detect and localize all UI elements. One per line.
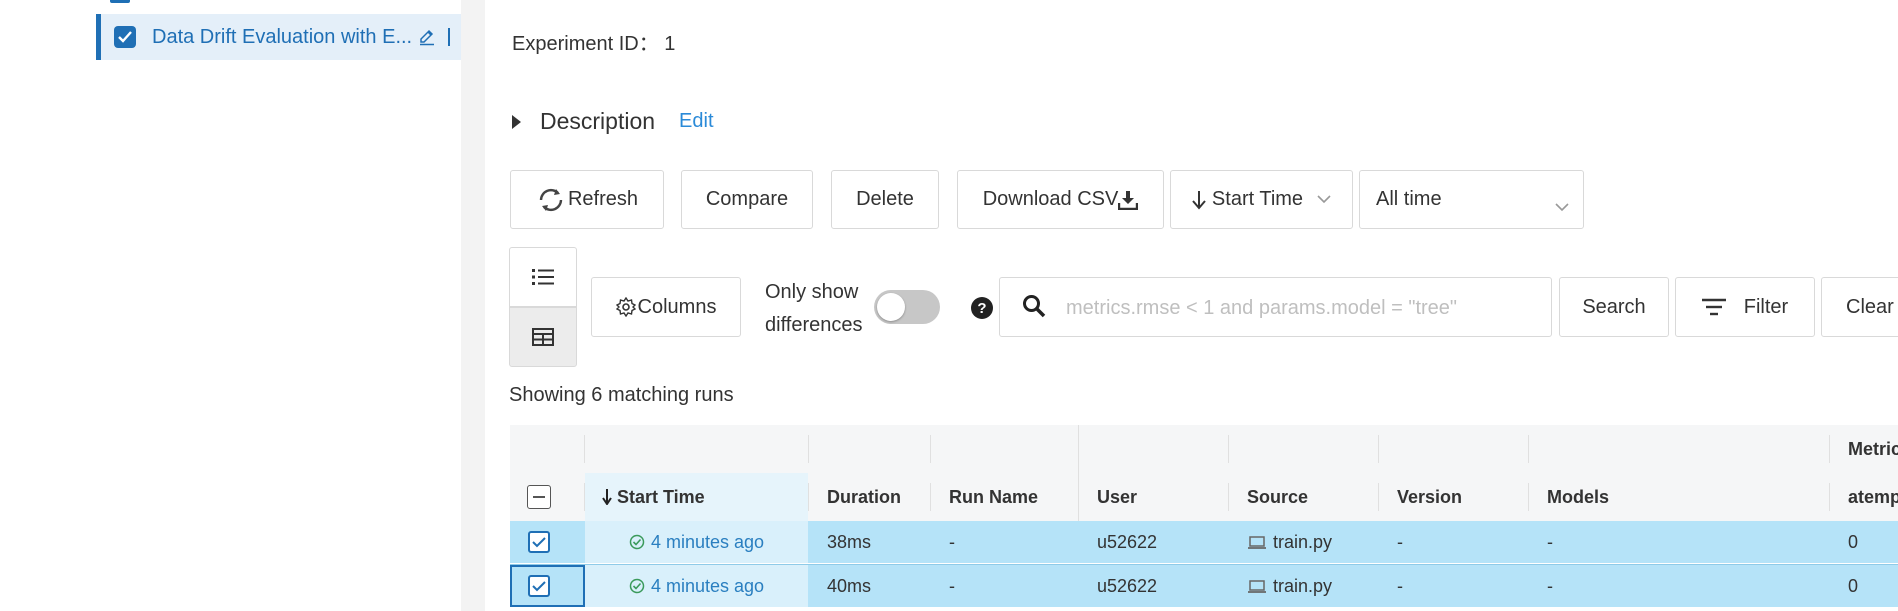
col-run-name[interactable]: Run Name	[931, 473, 1078, 521]
list-view-button[interactable]	[509, 247, 577, 307]
run-time-link[interactable]: 4 minutes ago	[651, 532, 764, 553]
run-time-link[interactable]: 4 minutes ago	[651, 576, 764, 597]
search-button[interactable]: Search	[1559, 277, 1669, 337]
row-select-cell	[510, 565, 584, 607]
table-header-row: Start Time Duration Run Name User Source…	[510, 473, 1898, 522]
laptop-icon	[1247, 579, 1267, 594]
col-version[interactable]: Version	[1379, 473, 1528, 521]
source-label: train.py	[1273, 531, 1333, 552]
columns-button[interactable]: Columns	[591, 277, 741, 337]
row-metric: 0	[1848, 575, 1859, 596]
filter-label: Filter	[1743, 295, 1789, 318]
row-models: -	[1547, 575, 1553, 596]
success-check-icon	[629, 578, 645, 594]
view-toggle	[509, 247, 577, 367]
sidebar-item-extra	[448, 28, 451, 46]
filter-button[interactable]: Filter	[1675, 277, 1815, 337]
search-input[interactable]	[1064, 278, 1538, 338]
clear-button[interactable]: Clear	[1821, 277, 1898, 337]
row-select-cell	[510, 521, 584, 563]
list-view-icon	[532, 268, 554, 286]
row-start-time[interactable]: 4 minutes ago	[585, 565, 808, 607]
table-view-button[interactable]	[509, 307, 577, 367]
caret-right-icon[interactable]	[512, 114, 521, 129]
refresh-button[interactable]: Refresh	[510, 170, 664, 229]
col-user[interactable]: User	[1079, 473, 1228, 521]
table-view-icon	[532, 328, 554, 346]
col-start-time-label: Start Time	[617, 486, 705, 507]
description-edit-link[interactable]: Edit	[679, 110, 713, 133]
compare-button[interactable]: Compare	[681, 170, 813, 229]
group-header-metrics: Metrics	[1848, 438, 1898, 459]
only-show-differences-label: Only show differences	[765, 276, 862, 342]
filter-icon	[1701, 298, 1726, 316]
check-icon[interactable]	[114, 26, 136, 48]
col-start-time[interactable]: Start Time	[585, 473, 808, 521]
help-icon[interactable]: ?	[971, 297, 993, 319]
row-checkbox[interactable]	[528, 575, 550, 597]
row-run-name: -	[949, 531, 955, 552]
download-csv-button[interactable]: Download CSV	[957, 170, 1164, 229]
laptop-icon	[1247, 535, 1267, 550]
experiment-main: Experiment ID： 1 Description Edit Refres…	[485, 0, 1898, 611]
gear-icon	[615, 297, 636, 317]
col-metric-atemp[interactable]: atemp	[1830, 473, 1898, 521]
table-group-header-row: Metrics	[510, 425, 1898, 474]
only-show-line2: differences	[765, 314, 863, 336]
success-check-icon	[629, 534, 645, 550]
sidebar-item-experiment[interactable]: Data Drift Evaluation with E...	[96, 14, 461, 60]
time-range-select[interactable]: All time	[1359, 170, 1584, 229]
row-start-time[interactable]: 4 minutes ago	[585, 521, 808, 563]
chevron-down-icon	[1317, 195, 1331, 204]
table-row[interactable]: 4 minutes ago 40ms - u52622 train.py - -…	[510, 564, 1898, 607]
only-show-line1: Only show	[765, 281, 859, 303]
row-duration: 38ms	[827, 531, 872, 552]
only-show-differences-toggle[interactable]	[874, 290, 940, 324]
row-metric: 0	[1848, 531, 1859, 552]
arrow-down-icon	[1192, 190, 1206, 210]
sort-desc-icon	[602, 489, 612, 505]
row-user: u52622	[1097, 575, 1158, 596]
row-source[interactable]: train.py	[1229, 521, 1378, 563]
columns-label: Columns	[637, 295, 717, 318]
col-source[interactable]: Source	[1229, 473, 1378, 521]
chevron-down-icon	[1555, 195, 1569, 218]
download-csv-label: Download CSV	[982, 188, 1119, 210]
col-duration[interactable]: Duration	[809, 473, 930, 521]
experiment-sidebar: Data Drift Evaluation with E...	[0, 0, 461, 611]
delete-button[interactable]: Delete	[831, 170, 939, 229]
previous-item-stub	[110, 0, 130, 3]
matching-runs-count: Showing 6 matching runs	[509, 384, 734, 406]
search-icon	[1022, 294, 1046, 323]
table-row[interactable]: 4 minutes ago 38ms - u52622 train.py - -…	[510, 521, 1898, 563]
row-run-name: -	[949, 575, 955, 596]
toggle-knob	[877, 293, 905, 321]
source-label: train.py	[1273, 575, 1333, 596]
row-version: -	[1397, 575, 1403, 596]
sidebar-item-label: Data Drift Evaluation with E...	[152, 25, 413, 48]
time-range-label: All time	[1376, 188, 1442, 210]
refresh-label: Refresh	[567, 188, 639, 210]
row-models: -	[1547, 531, 1553, 552]
refresh-icon	[536, 187, 566, 213]
description-section: Description Edit	[512, 108, 714, 135]
select-all-cell	[510, 473, 584, 521]
row-version: -	[1397, 531, 1403, 552]
download-icon	[1118, 190, 1139, 210]
sort-label: Start Time	[1211, 188, 1304, 210]
row-duration: 40ms	[827, 575, 872, 596]
experiment-id: Experiment ID： 1	[512, 33, 676, 55]
edit-icon[interactable]	[418, 28, 436, 46]
search-box	[999, 277, 1552, 338]
row-user: u52622	[1097, 531, 1158, 552]
col-models[interactable]: Models	[1529, 473, 1829, 521]
sidebar-gutter	[461, 0, 485, 611]
row-checkbox[interactable]	[528, 531, 550, 553]
select-all-checkbox[interactable]	[527, 485, 551, 509]
sort-select[interactable]: Start Time	[1170, 170, 1353, 229]
description-label[interactable]: Description	[540, 108, 655, 135]
row-source[interactable]: train.py	[1229, 565, 1378, 607]
